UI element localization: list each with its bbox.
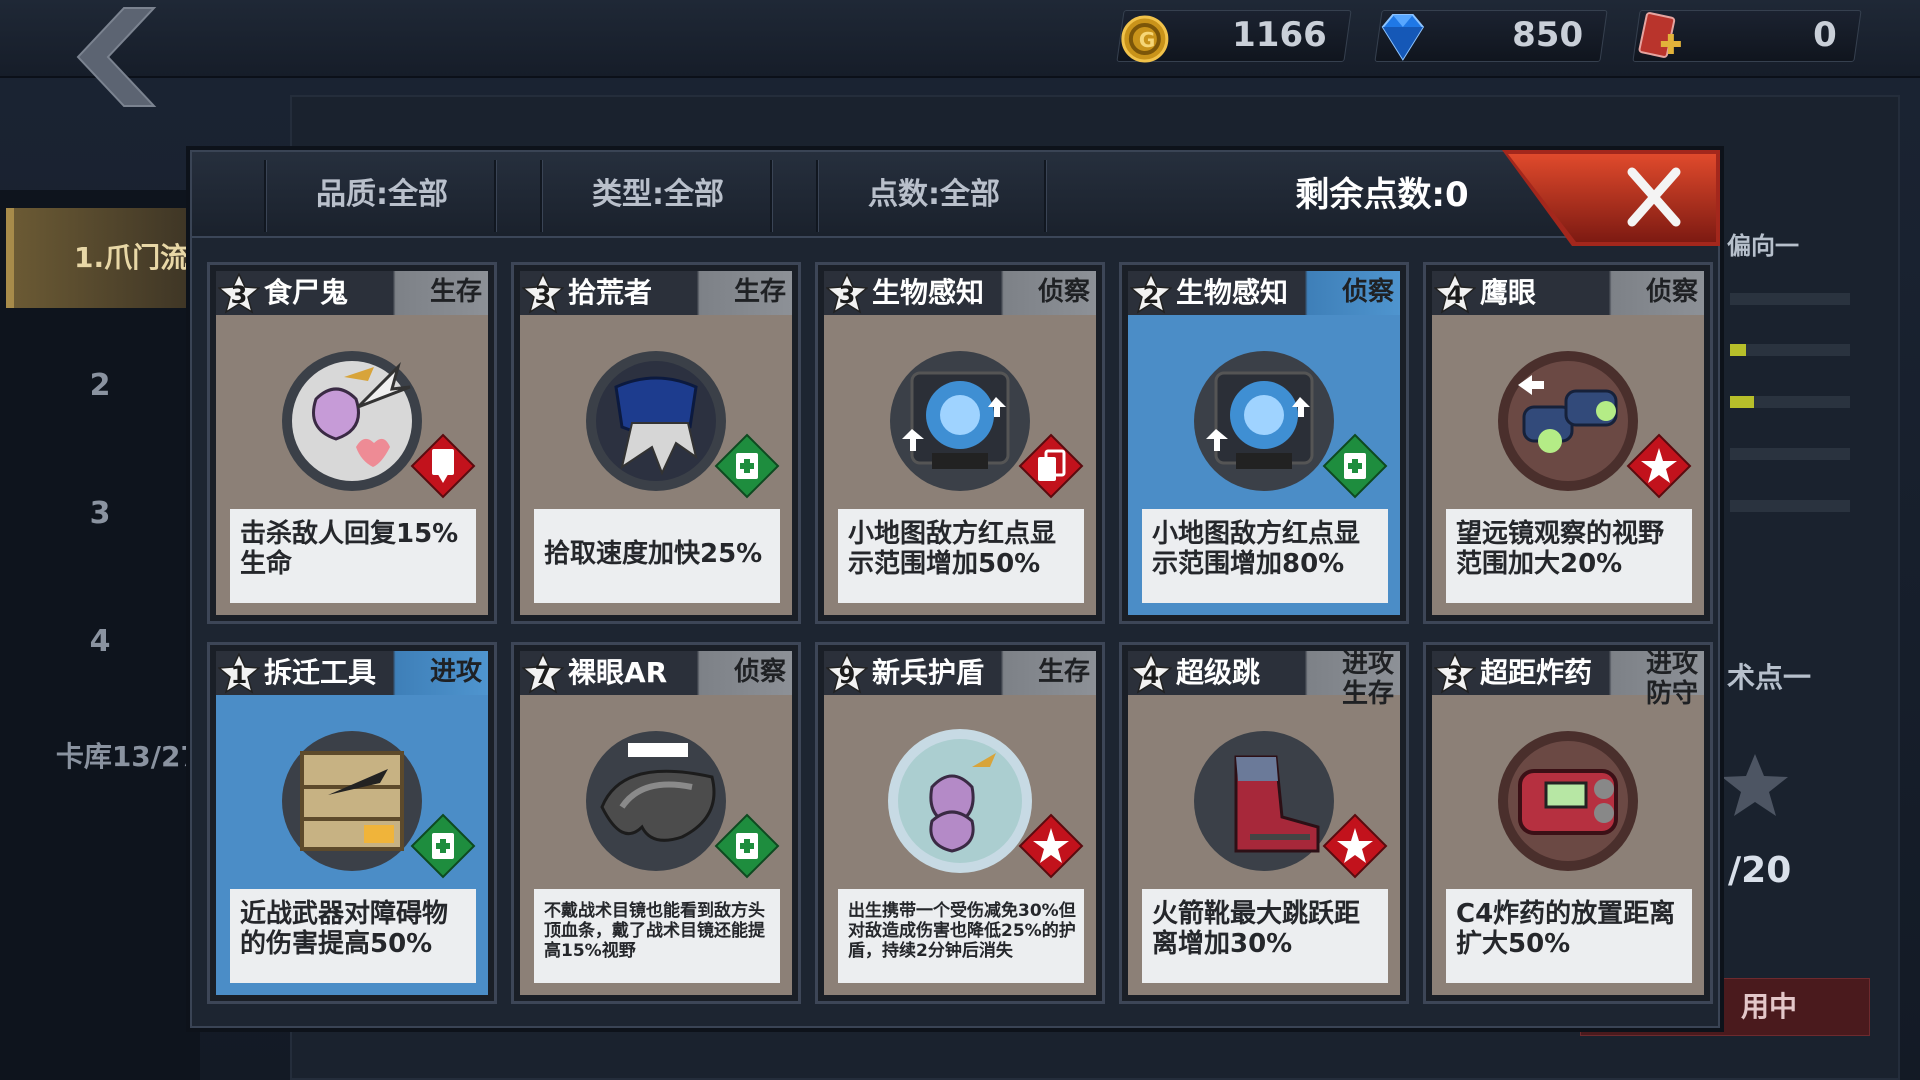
c4-icon: [1498, 731, 1638, 871]
ticket-counter: 0: [1632, 10, 1862, 62]
deck-tab-3[interactable]: 3: [0, 454, 200, 574]
top-bar: G 1166 850 0: [0, 0, 1920, 107]
plus-badge-icon: [714, 433, 780, 499]
card-type: 生存: [429, 277, 482, 307]
gold-coin-icon: G: [1121, 15, 1169, 63]
cards-badge-icon: [1018, 433, 1084, 499]
perk-card[interactable]: 3 拾荒者 生存拾取速度加快25%: [511, 262, 801, 624]
stat-bar-1: [1730, 293, 1850, 305]
card-level: 3: [534, 281, 552, 309]
card-level: 7: [534, 661, 552, 689]
filter-bar: 品质:全部 类型:全部 点数:全部 剩余点数:0: [192, 150, 1720, 246]
card-level: 3: [230, 281, 248, 309]
game-screen: G 1166 850 0 1.爪门流 2 3 4 卡库13/27 偏向一 术点一…: [0, 0, 1920, 1080]
card-name: 超距炸药: [1480, 656, 1593, 689]
back-arrow-icon[interactable]: [62, 6, 162, 108]
right-panel-label-2: 术点一: [1727, 661, 1812, 694]
card-description: 拾取速度加快25%: [534, 509, 780, 603]
perk-card[interactable]: 7 裸眼AR 侦察不戴战术目镜也能看到敌方头顶血条，戴了战术目镜还能提高15%视野: [511, 642, 801, 1004]
filter-divider: [264, 160, 267, 232]
card-level: 3: [1446, 661, 1464, 689]
card-description: 不戴战术目镜也能看到敌方头顶血条，戴了战术目镜还能提高15%视野: [534, 889, 780, 983]
gold-counter: G 1166: [1116, 10, 1352, 63]
card-type: 进攻 生存: [1341, 649, 1394, 709]
card-name: 生物感知: [1176, 276, 1289, 309]
type-filter[interactable]: 类型:全部: [548, 172, 768, 218]
card-description: 击杀敌人回复15%生命: [230, 509, 476, 603]
gold-value: 1166: [1232, 15, 1328, 55]
ticket-value: 0: [1813, 15, 1838, 55]
svg-text:G: G: [1139, 28, 1155, 52]
filter-divider: [1044, 160, 1047, 232]
deck-tab-1[interactable]: 1.爪门流: [6, 208, 206, 308]
stat-bar-5: [1730, 500, 1850, 512]
card-type: 生存: [733, 277, 786, 307]
star-badge-icon: [1322, 813, 1388, 879]
perk-card[interactable]: 3 食尸鬼 生存击杀敌人回复15%生命: [207, 262, 497, 624]
star-badge-icon: [1018, 813, 1084, 879]
card-level: 3: [838, 281, 856, 309]
card-type: 侦察: [733, 657, 786, 687]
card-name: 超级跳: [1176, 656, 1261, 689]
perk-card[interactable]: 2 生物感知 侦察小地图敌方红点显示范围增加80%: [1119, 262, 1409, 624]
perk-card[interactable]: 4 鹰眼 侦察望远镜观察的视野范围加大20%: [1423, 262, 1713, 624]
diamond-counter: 850: [1374, 10, 1608, 62]
ticket-icon: [1638, 12, 1681, 58]
card-name: 拆迁工具: [264, 656, 377, 689]
card-description: 火箭靴最大跳跃距离增加30%: [1142, 889, 1388, 983]
plus-badge-icon: [410, 813, 476, 879]
card-level: 4: [1446, 281, 1464, 309]
deck-count: 卡库13/27: [55, 740, 200, 773]
card-name: 裸眼AR: [568, 656, 668, 689]
card-level: 2: [1142, 281, 1160, 309]
card-level: 1: [230, 661, 248, 689]
plus-badge-icon: [714, 813, 780, 879]
stat-bar-3: [1730, 396, 1850, 408]
card-type: 侦察: [1645, 277, 1698, 307]
card-level: 9: [838, 661, 856, 689]
card-description: 小地图敌方红点显示范围增加50%: [838, 509, 1084, 603]
plus-badge-icon: [1322, 433, 1388, 499]
card-name: 食尸鬼: [264, 276, 349, 309]
stat-bar-2: [1730, 344, 1850, 356]
quality-filter[interactable]: 品质:全部: [272, 172, 492, 218]
card-level: 4: [1142, 661, 1160, 689]
diamond-icon: [1381, 14, 1425, 61]
filter-divider: [816, 160, 819, 232]
card-description: 望远镜观察的视野范围加大20%: [1446, 509, 1692, 603]
card-name: 鹰眼: [1480, 276, 1537, 309]
deck-tab-4[interactable]: 4: [0, 582, 200, 702]
card-type: 进攻: [429, 657, 482, 687]
card-type: 侦察: [1341, 277, 1394, 307]
close-icon[interactable]: [1502, 150, 1722, 246]
perk-card[interactable]: 4 超级跳 进攻 生存火箭靴最大跳跃距离增加30%: [1119, 642, 1409, 1004]
points-filter[interactable]: 点数:全部: [824, 172, 1044, 218]
stat-bar-4: [1730, 448, 1850, 460]
right-panel-count: /20: [1728, 850, 1792, 891]
card-description: 近战武器对障碍物的伤害提高50%: [230, 889, 476, 983]
diamond-value: 850: [1512, 15, 1584, 55]
card-type: 进攻 防守: [1645, 649, 1698, 709]
star-badge-icon: [1626, 433, 1692, 499]
deck-tab-2[interactable]: 2: [0, 326, 200, 446]
perk-card[interactable]: 1 拆迁工具 进攻近战武器对障碍物的伤害提高50%: [207, 642, 497, 1004]
right-panel-label-1: 偏向一: [1727, 232, 1799, 260]
filter-divider: [770, 160, 773, 232]
card-description: C4炸药的放置距离扩大50%: [1446, 889, 1692, 983]
remaining-points: 剩余点数:0: [1295, 175, 1469, 215]
card-down-badge-icon: [410, 433, 476, 499]
filter-divider: [494, 160, 497, 232]
card-type: 侦察: [1037, 277, 1090, 307]
star-icon: [1722, 754, 1788, 816]
perk-card[interactable]: 9 新兵护盾 生存出生携带一个受伤减免30%但对敌造成伤害也降低25%的护盾，持续2…: [815, 642, 1105, 1004]
perk-card[interactable]: 3 超距炸药 进攻 防守 C4炸药的放置距离扩大50%: [1423, 642, 1713, 1004]
filter-divider: [540, 160, 543, 232]
card-description: 出生携带一个受伤减免30%但对敌造成伤害也降低25%的护盾，持续2分钟后消失: [838, 889, 1084, 983]
card-name: 生物感知: [872, 276, 985, 309]
card-name: 新兵护盾: [872, 656, 985, 689]
perk-card[interactable]: 3 生物感知 侦察小地图敌方红点显示范围增加50%: [815, 262, 1105, 624]
card-name: 拾荒者: [568, 276, 653, 309]
card-description: 小地图敌方红点显示范围增加80%: [1142, 509, 1388, 603]
card-type: 生存: [1037, 657, 1090, 687]
